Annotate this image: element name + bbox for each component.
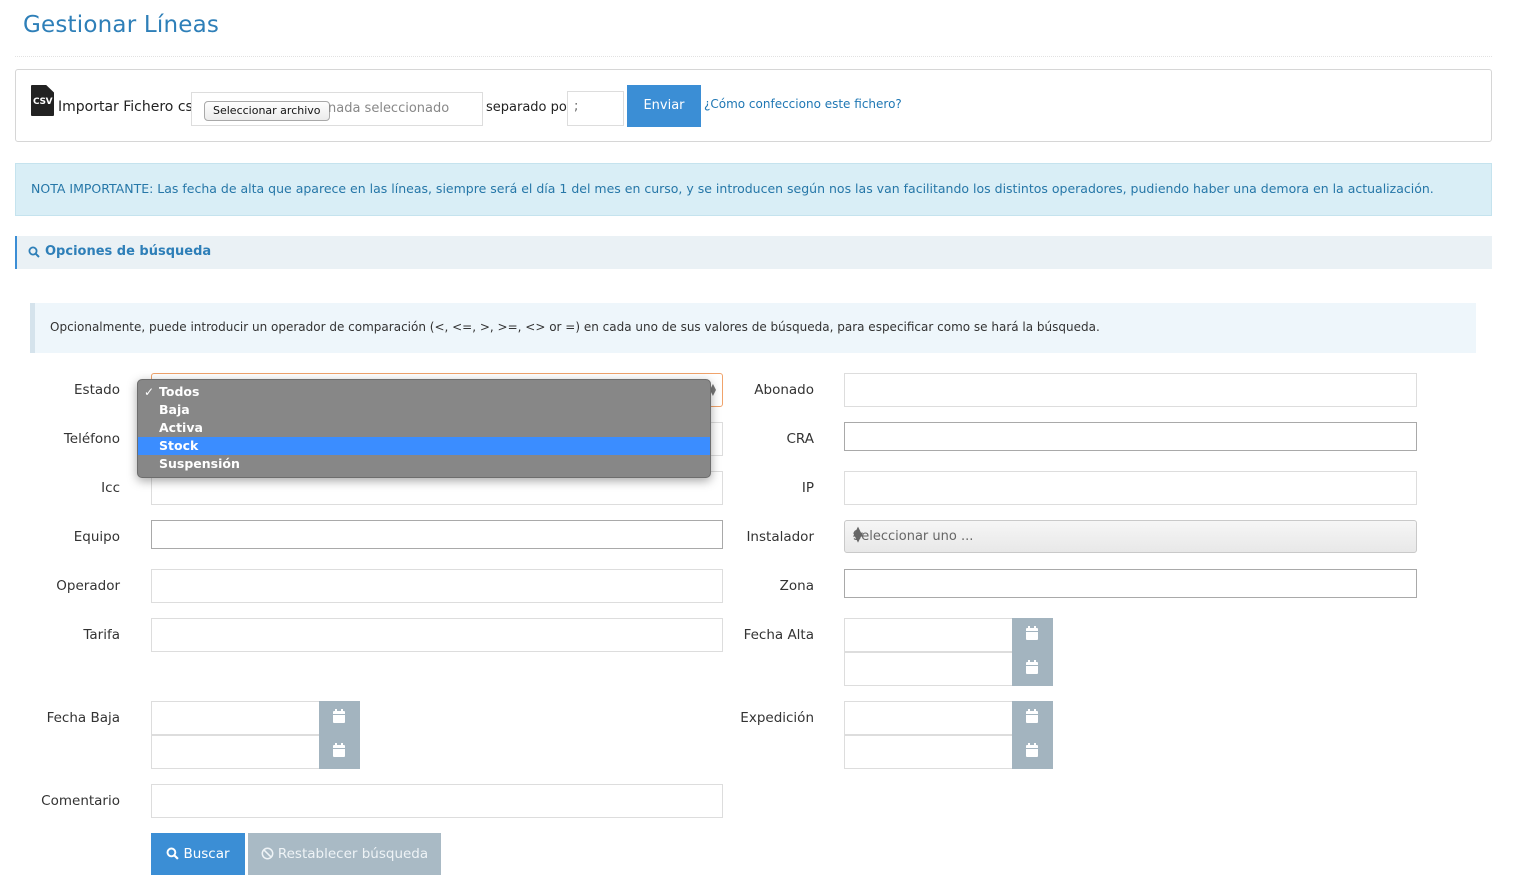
expedicion-to-input[interactable] [844,735,1013,769]
estado-option-stock[interactable]: Stock [138,437,710,455]
tarifa-input[interactable] [151,618,723,652]
choose-file-button[interactable]: Seleccionar archivo [204,101,330,121]
search-icon [166,847,180,860]
comentario-input[interactable] [151,784,723,818]
fecha-alta-from [844,618,1053,652]
csv-icon-text: CSV [33,97,53,107]
calendar-icon [1026,743,1038,757]
reset-search-button[interactable]: Restablecer búsqueda [248,833,441,875]
file-field[interactable]: Seleccionar archivo nada seleccionado [191,92,483,126]
label-comentario: Comentario [41,793,120,809]
expedicion-to [844,735,1053,769]
import-label: Importar Fichero csv [58,99,202,115]
separator-input[interactable]: ; [567,91,624,126]
option-label: Stock [159,438,199,453]
calendar-icon [1026,626,1038,640]
label-tarifa: Tarifa [83,627,120,643]
label-equipo: Equipo [73,529,120,545]
fecha-baja-from [151,701,360,735]
label-telefono: Teléfono [63,431,120,447]
zona-input[interactable] [844,569,1417,598]
file-status: nada seleccionado [328,101,450,116]
buscar-label: Buscar [183,846,230,862]
page-title: Gestionar Líneas [23,12,220,38]
equipo-input[interactable] [151,520,723,549]
label-zona: Zona [779,578,814,594]
fecha-alta-from-calendar-button[interactable] [1012,618,1053,652]
label-estado: Estado [74,382,120,398]
expedicion-from-calendar-button[interactable] [1012,701,1053,735]
search-options-header[interactable]: Opciones de búsqueda [15,236,1492,269]
fecha-baja-from-calendar-button[interactable] [319,701,360,735]
estado-option-activa[interactable]: Activa [138,419,710,437]
label-fecha-alta: Fecha Alta [743,627,814,643]
expedicion-to-calendar-button[interactable] [1012,735,1053,769]
fecha-alta-to-calendar-button[interactable] [1012,652,1053,686]
search-icon [28,246,40,258]
ban-icon [261,847,274,860]
calendar-icon [1026,709,1038,723]
fecha-baja-to [151,735,360,769]
buscar-button[interactable]: Buscar [151,833,245,875]
reset-label: Restablecer búsqueda [277,846,429,862]
option-label: Suspensión [159,456,240,471]
instalador-select[interactable]: Seleccionar uno ... ▲ ▼ [844,520,1417,553]
fecha-baja-to-input[interactable] [151,735,320,769]
send-button[interactable]: Enviar [627,85,701,127]
separator-label: separado por [486,100,573,115]
calendar-icon [333,709,345,723]
csv-file-icon: CSV [31,85,54,116]
fecha-alta-to-input[interactable] [844,652,1013,686]
comparison-info-text: Opcionalmente, puede introducir un opera… [50,320,1100,334]
help-link[interactable]: ¿Cómo confecciono este fichero? [704,97,902,111]
label-icc: Icc [101,480,120,496]
option-label: Todos [159,384,200,399]
label-operador: Operador [56,578,120,594]
important-note: NOTA IMPORTANTE: Las fecha de alta que a… [15,163,1492,216]
label-fecha-baja: Fecha Baja [46,710,120,726]
expedicion-from-input[interactable] [844,701,1013,735]
search-options-title: Opciones de búsqueda [45,244,212,259]
fecha-alta-from-input[interactable] [844,618,1013,652]
fecha-alta-to [844,652,1053,686]
fecha-baja-to-calendar-button[interactable] [319,735,360,769]
calendar-icon [1026,660,1038,674]
estado-option-baja[interactable]: Baja [138,401,710,419]
cra-input[interactable] [844,422,1417,451]
estado-option-todos[interactable]: ✓ Todos [138,383,710,401]
checkmark-icon: ✓ [144,385,155,399]
fecha-baja-from-input[interactable] [151,701,320,735]
note-text: NOTA IMPORTANTE: Las fecha de alta que a… [31,181,1434,196]
estado-dropdown-menu: ✓ Todos Baja Activa Stock Suspensión [137,379,711,478]
label-expedicion: Expedición [740,710,814,726]
label-instalador: Instalador [746,529,814,545]
label-ip: IP [801,480,814,496]
abonado-input[interactable] [844,373,1417,407]
calendar-icon [333,743,345,757]
operador-input[interactable] [151,569,723,603]
ip-input[interactable] [844,471,1417,505]
expedicion-from [844,701,1053,735]
label-cra: CRA [786,431,815,447]
chevron-updown-icon: ▲ ▼ [853,524,863,545]
import-panel: CSV Importar Fichero csv Seleccionar arc… [15,69,1492,142]
title-divider [15,56,1492,57]
estado-option-suspension[interactable]: Suspensión [138,455,710,473]
label-abonado: Abonado [754,382,814,398]
option-label: Baja [159,402,190,417]
option-label: Activa [159,420,203,435]
comparison-info: Opcionalmente, puede introducir un opera… [30,303,1476,353]
